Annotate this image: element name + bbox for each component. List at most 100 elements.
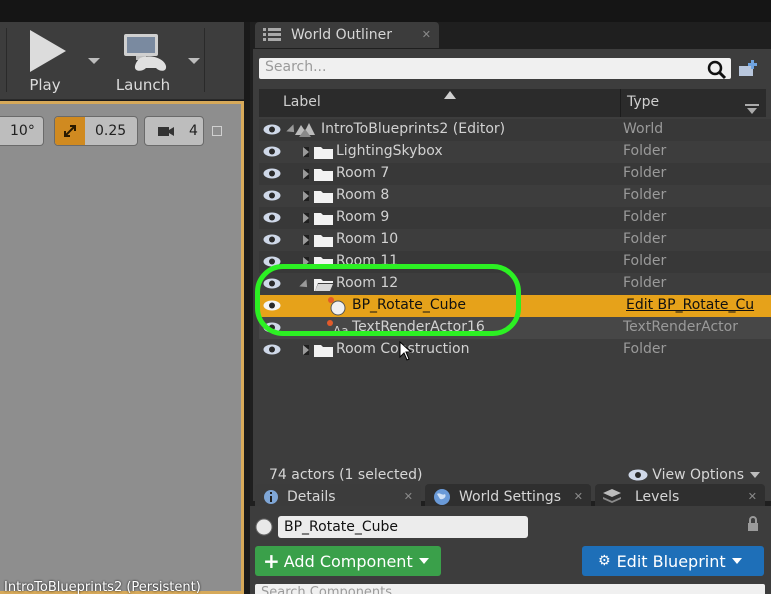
- play-dropdown-icon[interactable]: [88, 58, 100, 64]
- tree-row-folder-expanded[interactable]: Room 12 Folder: [259, 273, 771, 295]
- tree-row-folder[interactable]: Room 11 Folder: [259, 251, 771, 273]
- view-options-label: View Options: [652, 467, 744, 483]
- svg-text:Aa: Aa: [333, 324, 349, 337]
- visibility-eye-icon[interactable]: [263, 234, 281, 245]
- edit-blueprint-button[interactable]: ⚙ Edit Blueprint: [582, 546, 764, 576]
- search-placeholder: Search...: [265, 59, 327, 75]
- top-strip: [0, 0, 771, 22]
- outliner-column-header: Label Type: [259, 89, 766, 117]
- search-components-input[interactable]: Search Components: [255, 584, 765, 594]
- maximize-viewport-icon[interactable]: [212, 126, 222, 136]
- collapse-arrow-icon[interactable]: [299, 279, 311, 291]
- camera-speed-control[interactable]: 4: [144, 116, 204, 146]
- world-outliner-panel: Search... Label Type IntroToBlueprints2 …: [253, 49, 771, 501]
- actor-count: 74 actors (1 selected): [269, 467, 423, 483]
- tree-row-folder[interactable]: Room 7 Folder: [259, 163, 771, 185]
- row-type: Folder: [623, 231, 667, 247]
- outliner-icon: [263, 28, 281, 41]
- rotation-snap-value: 10°: [10, 123, 35, 139]
- visibility-eye-icon[interactable]: [263, 190, 281, 201]
- expand-arrow-icon[interactable]: [303, 257, 309, 267]
- expand-arrow-icon[interactable]: [303, 235, 309, 245]
- row-type: World: [623, 121, 664, 137]
- globe-icon: [434, 489, 450, 505]
- tree-row-folder[interactable]: LightingSkybox Folder: [259, 141, 771, 163]
- row-type: TextRenderActor: [623, 319, 738, 335]
- row-label: TextRenderActor16: [352, 319, 485, 335]
- expand-arrow-icon[interactable]: [303, 147, 309, 157]
- expand-arrow-icon[interactable]: [303, 345, 309, 355]
- actor-name-field[interactable]: BP_Rotate_Cube: [278, 516, 528, 538]
- visibility-eye-icon[interactable]: [263, 256, 281, 267]
- add-component-label: Add Component: [283, 551, 413, 571]
- close-tab-icon[interactable]: ✕: [748, 490, 757, 503]
- play-icon: [30, 30, 66, 72]
- visibility-eye-icon[interactable]: [263, 300, 281, 311]
- row-label: LightingSkybox: [336, 143, 443, 159]
- expand-arrow-icon[interactable]: [303, 191, 309, 201]
- tab-world-outliner[interactable]: World Outliner ✕: [255, 22, 439, 48]
- row-type: Folder: [623, 341, 667, 357]
- tab-world-outliner-label: World Outliner: [291, 27, 392, 43]
- visibility-eye-icon[interactable]: [263, 124, 281, 135]
- column-label-header[interactable]: Label: [283, 94, 321, 110]
- visibility-eye-icon[interactable]: [263, 322, 281, 333]
- lock-icon[interactable]: [746, 516, 760, 532]
- row-type: Folder: [623, 143, 667, 159]
- tree-row-folder[interactable]: Room 10 Folder: [259, 229, 771, 251]
- launch-button[interactable]: Launch: [108, 22, 178, 100]
- outliner-tree: IntroToBlueprints2 (Editor) World Lighti…: [259, 119, 771, 419]
- close-tab-icon[interactable]: ✕: [404, 490, 413, 503]
- close-tab-icon[interactable]: ✕: [574, 490, 583, 503]
- view-options-button[interactable]: View Options: [628, 467, 760, 483]
- add-component-button[interactable]: + Add Component: [255, 546, 441, 576]
- tree-row-world[interactable]: IntroToBlueprints2 (Editor) World: [259, 119, 771, 141]
- chevron-down-icon: [731, 558, 742, 564]
- tree-row-actor-selected[interactable]: BP_Rotate_Cube Edit BP_Rotate_Cu: [259, 295, 771, 317]
- create-folder-icon[interactable]: [737, 59, 759, 79]
- scale-snap-value: 0.25: [95, 123, 127, 139]
- blueprint-actor-icon: [328, 297, 346, 316]
- row-label: Room 10: [336, 231, 399, 247]
- expand-arrow-icon[interactable]: [303, 213, 309, 223]
- visibility-eye-icon[interactable]: [263, 212, 281, 223]
- tree-row-folder[interactable]: Room Construction Folder: [259, 339, 771, 361]
- row-label: Room 8: [336, 187, 390, 203]
- play-label: Play: [29, 76, 61, 94]
- eye-icon: [628, 469, 648, 481]
- level-viewport[interactable]: 10° 0.25 4 IntroToBlueprints2 (Persisten…: [0, 101, 244, 594]
- visibility-eye-icon[interactable]: [263, 168, 281, 179]
- visibility-eye-icon[interactable]: [263, 278, 281, 289]
- row-type: Folder: [623, 275, 667, 291]
- rotation-snap-angle[interactable]: 10°: [0, 116, 44, 146]
- tree-row-folder[interactable]: Room 8 Folder: [259, 185, 771, 207]
- folder-icon: [314, 147, 333, 159]
- play-button[interactable]: Play: [12, 22, 78, 100]
- tree-row-folder[interactable]: Room 9 Folder: [259, 207, 771, 229]
- search-icon[interactable]: [707, 60, 727, 80]
- column-divider: [620, 89, 621, 117]
- search-components-placeholder: Search Components: [261, 585, 393, 594]
- outliner-search-input[interactable]: Search...: [259, 58, 731, 79]
- folder-icon: [314, 169, 333, 181]
- edit-blueprint-link[interactable]: Edit BP_Rotate_Cu: [626, 297, 754, 313]
- close-tab-icon[interactable]: ✕: [422, 28, 431, 41]
- scale-snap-control[interactable]: 0.25: [54, 116, 138, 146]
- visibility-eye-icon[interactable]: [263, 344, 281, 355]
- visibility-eye-icon[interactable]: [263, 146, 281, 157]
- details-panel: BP_Rotate_Cube + Add Component ⚙ Edit Bl…: [250, 506, 771, 594]
- folder-icon: [314, 213, 333, 225]
- info-icon: [264, 490, 278, 504]
- chevron-down-icon: [418, 558, 429, 564]
- viewport-toolbar: 10° 0.25 4: [0, 115, 222, 147]
- toolbar-separator: [6, 28, 7, 92]
- folder-icon: [314, 191, 333, 203]
- tree-row-actor[interactable]: Aa TextRenderActor16 TextRenderActor: [259, 317, 771, 339]
- launch-dropdown-icon[interactable]: [188, 58, 200, 64]
- column-options-icon[interactable]: [745, 104, 759, 114]
- main-toolbar: Play Launch: [0, 22, 244, 100]
- scale-snap-icon[interactable]: [55, 117, 85, 145]
- column-type-header[interactable]: Type: [627, 94, 659, 110]
- launch-icon: [124, 34, 167, 71]
- expand-arrow-icon[interactable]: [303, 169, 309, 179]
